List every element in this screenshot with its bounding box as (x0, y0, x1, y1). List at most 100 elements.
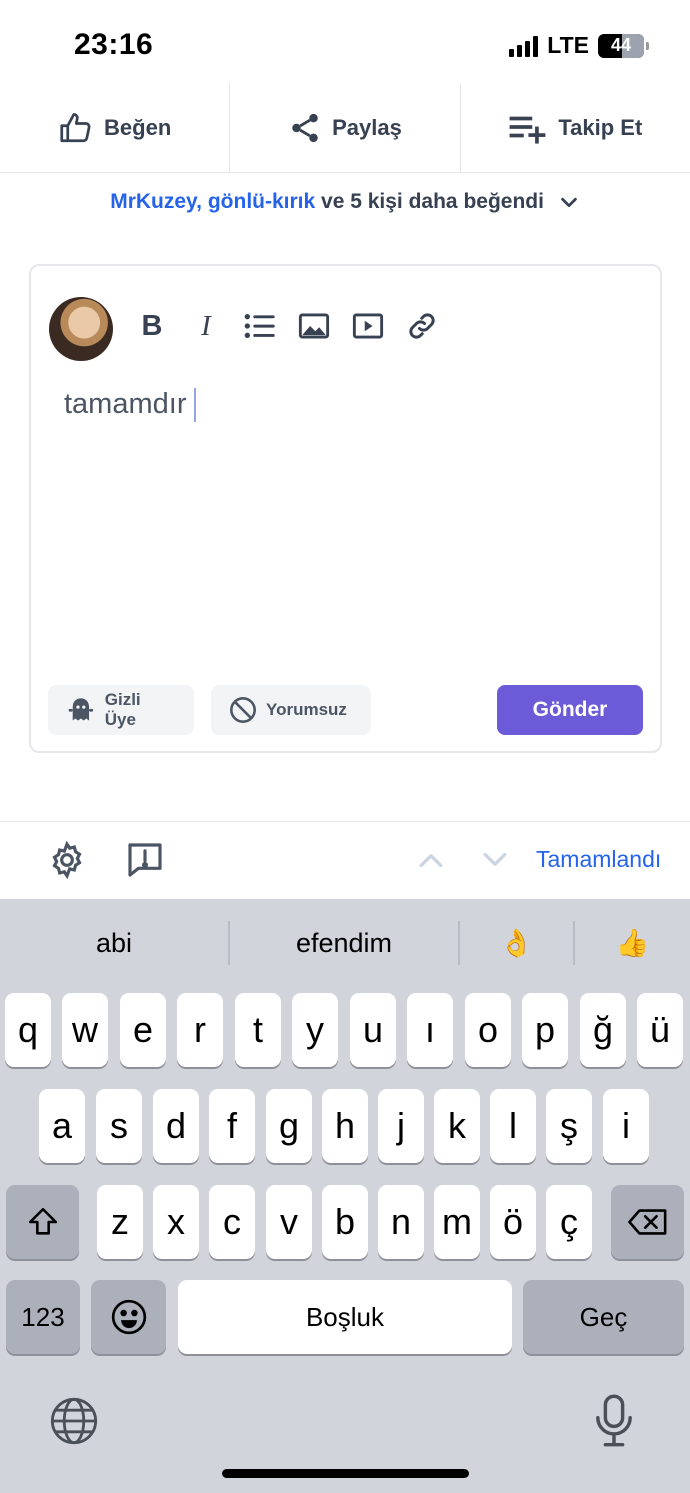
key[interactable]: j (378, 1089, 424, 1163)
return-key[interactable]: Geç (523, 1280, 684, 1354)
comment-text: tamamdır (64, 388, 187, 420)
editor-toolbar: B I (136, 310, 438, 342)
key[interactable]: ç (546, 1185, 592, 1259)
chevron-up-icon[interactable] (418, 850, 444, 870)
key[interactable]: ş (546, 1089, 592, 1163)
follow-label: Takip Et (558, 114, 643, 140)
key[interactable]: ı (407, 993, 453, 1067)
list-icon (244, 314, 275, 338)
microphone-icon[interactable] (594, 1393, 634, 1449)
suggestion-emoji[interactable]: 👌 (460, 921, 575, 965)
emoji-key[interactable] (91, 1280, 166, 1354)
emoji-icon (111, 1299, 146, 1335)
keyboard-accessory-bar: Tamamlandı (0, 821, 690, 899)
battery-level: 44 (610, 35, 632, 55)
ghost-icon (68, 698, 94, 721)
gear-icon[interactable] (47, 840, 87, 880)
key[interactable]: d (153, 1089, 199, 1163)
no-comment-toggle[interactable]: Yorumsuz (211, 685, 371, 735)
key[interactable]: l (490, 1089, 536, 1163)
likes-summary[interactable]: MrKuzey, gönlü-kırık ve 5 kişi daha beğe… (0, 190, 690, 214)
keyboard: abi efendim 👌 👍 q w e r t y u ı o p ğ ü … (0, 899, 690, 1493)
key[interactable]: p (522, 993, 568, 1067)
done-button[interactable]: Tamamlandı (536, 846, 661, 873)
key[interactable]: g (266, 1089, 312, 1163)
send-button[interactable]: Gönder (497, 685, 643, 735)
signal-icon (509, 35, 539, 57)
likes-count: 5 kişi daha (350, 190, 458, 213)
key[interactable]: c (209, 1185, 255, 1259)
key[interactable]: ü (637, 993, 683, 1067)
list-button[interactable] (244, 310, 276, 342)
key[interactable]: o (465, 993, 511, 1067)
space-key[interactable]: Boşluk (178, 1280, 512, 1354)
backspace-key[interactable] (611, 1185, 684, 1259)
chevron-down-icon[interactable] (482, 850, 508, 870)
backspace-icon (627, 1209, 666, 1235)
thumbs-up-icon (60, 112, 91, 142)
key[interactable]: b (322, 1185, 368, 1259)
key[interactable]: s (96, 1089, 142, 1163)
anonymous-label: Gizli Üye (104, 690, 141, 729)
network-label: LTE (547, 32, 589, 58)
follow-button[interactable]: Takip Et (461, 83, 690, 172)
key[interactable]: t (235, 993, 281, 1067)
key[interactable]: ö (490, 1185, 536, 1259)
key[interactable]: w (62, 993, 108, 1067)
key[interactable]: f (209, 1089, 255, 1163)
status-indicators: LTE 44 (509, 32, 649, 59)
key[interactable]: a (39, 1089, 85, 1163)
video-icon (352, 313, 384, 339)
suggestion-item[interactable]: efendim (230, 921, 460, 965)
shift-key[interactable] (6, 1185, 79, 1259)
home-indicator (222, 1469, 469, 1478)
like-label: Beğen (104, 114, 172, 140)
liker-link-2[interactable]: gönlü-kırık (208, 190, 315, 213)
key[interactable]: v (266, 1185, 312, 1259)
post-action-bar: Beğen Paylaş Takip Et (0, 83, 690, 173)
share-icon (292, 113, 318, 142)
key[interactable]: h (322, 1089, 368, 1163)
suggestion-emoji[interactable]: 👍 (575, 921, 690, 965)
key[interactable]: q (5, 993, 51, 1067)
shift-icon (28, 1207, 57, 1235)
key[interactable]: ğ (580, 993, 626, 1067)
chevron-down-icon[interactable] (558, 191, 580, 213)
video-button[interactable] (352, 310, 384, 342)
like-button[interactable]: Beğen (0, 83, 231, 172)
comment-input[interactable]: tamamdır (64, 388, 197, 423)
link-button[interactable] (406, 310, 438, 342)
key[interactable]: i (603, 1089, 649, 1163)
battery-icon: 44 (598, 33, 649, 58)
key[interactable]: r (177, 993, 223, 1067)
key[interactable]: k (434, 1089, 480, 1163)
share-button[interactable]: Paylaş (230, 83, 461, 172)
status-time: 23:16 (74, 28, 154, 61)
bold-button[interactable]: B (136, 310, 168, 342)
link-icon (409, 313, 435, 339)
suggestion-item[interactable]: abi (0, 921, 230, 965)
key[interactable]: y (292, 993, 338, 1067)
report-icon[interactable] (125, 840, 165, 880)
suggestion-bar: abi efendim 👌 👍 (0, 899, 690, 987)
text-caret (194, 388, 197, 423)
playlist-add-icon (509, 116, 546, 144)
key[interactable]: n (378, 1185, 424, 1259)
key[interactable]: x (153, 1185, 199, 1259)
liker-link-1[interactable]: MrKuzey (110, 190, 196, 213)
status-bar: 23:16 LTE 44 (0, 0, 690, 84)
image-icon (298, 313, 330, 339)
ban-icon (230, 697, 256, 723)
key[interactable]: u (350, 993, 396, 1067)
anonymous-toggle[interactable]: Gizli Üye (48, 685, 194, 735)
key[interactable]: m (434, 1185, 480, 1259)
numbers-key[interactable]: 123 (6, 1280, 80, 1354)
italic-button[interactable]: I (190, 310, 222, 342)
key[interactable]: e (120, 993, 166, 1067)
globe-icon[interactable] (48, 1395, 100, 1447)
image-button[interactable] (298, 310, 330, 342)
key[interactable]: z (97, 1185, 143, 1259)
avatar (49, 297, 113, 361)
share-label: Paylaş (332, 114, 402, 140)
comment-editor: B I tamamdır Gizli Üye Yorumsuz Gönder (29, 264, 662, 753)
